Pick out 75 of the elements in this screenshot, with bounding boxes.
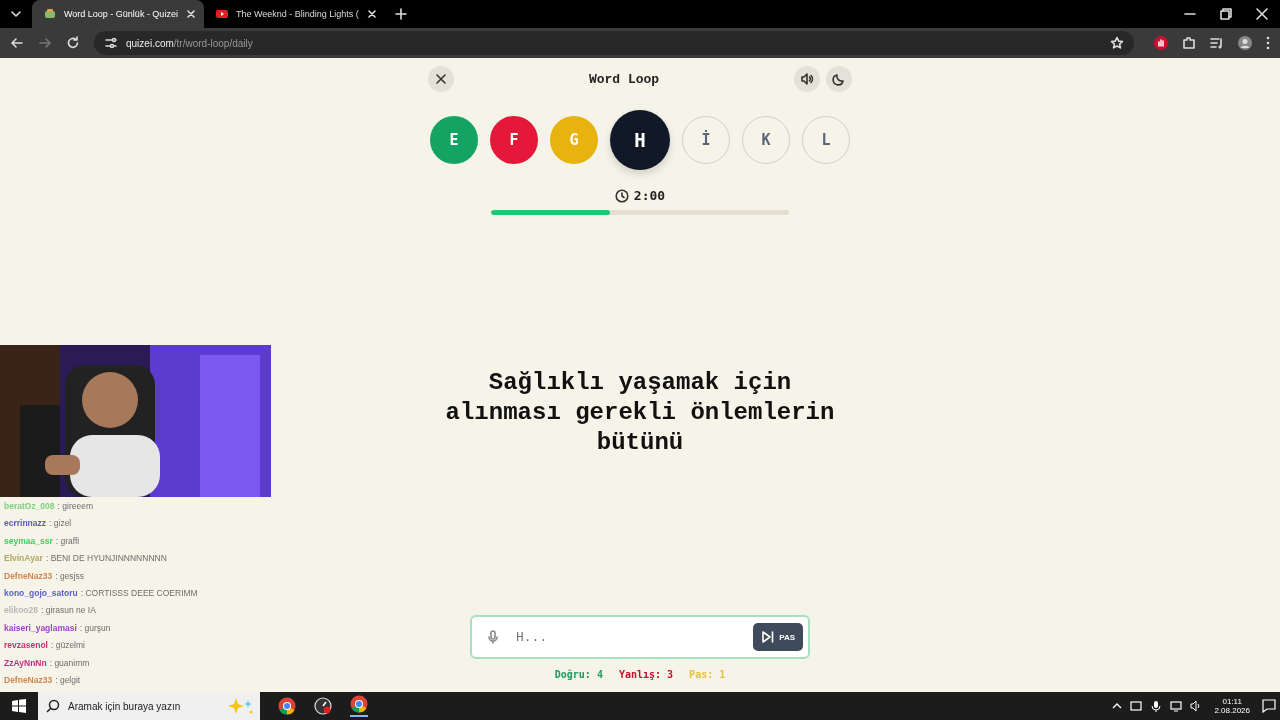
video-favicon [215, 8, 228, 20]
chrome-taskbar-icon[interactable] [350, 695, 368, 717]
letter-circle: F [490, 116, 538, 164]
notification-icon[interactable] [1262, 699, 1276, 713]
microphone-icon[interactable] [1150, 700, 1163, 712]
letter-circle: G [550, 116, 598, 164]
score-text: Pas: 1 [689, 669, 726, 680]
chat-message: : BENI DE HYUNJINNNNNNNN [45, 552, 167, 566]
chat-message: : guanimm [49, 656, 90, 670]
restore-icon[interactable] [1220, 8, 1232, 20]
skip-icon [761, 630, 776, 644]
dark-mode-button[interactable] [826, 66, 852, 92]
close-icon [435, 73, 447, 85]
profile-avatar-icon[interactable] [1238, 36, 1252, 50]
caret-up-icon[interactable] [1112, 701, 1123, 711]
browser-tab[interactable]: Word Loop - Günlük - Quizei [32, 0, 204, 28]
chat-message: : gizel [49, 517, 72, 531]
chat-username: ecrrinnazz [4, 517, 47, 531]
speaker-icon [800, 72, 814, 86]
address-bar[interactable]: quizei.com/tr/word-loop/daily [94, 31, 1134, 55]
chat-username: seymaa_ssr [4, 534, 53, 548]
chat-message: : CORTISSS DEEE COERIMM [80, 586, 198, 600]
clock-icon [614, 188, 629, 203]
forward-icon[interactable] [38, 36, 52, 50]
chat-message: : gireeem [57, 500, 93, 513]
url-text: quizei.com/tr/word-loop/daily [126, 37, 253, 49]
letter-circle: E [430, 116, 478, 164]
moon-icon [832, 72, 846, 86]
timer-text: 2:00 [633, 188, 666, 203]
browser-tab[interactable]: The Weeknd - Blinding Lights ( [203, 0, 385, 28]
chat-username: elikoo28 [4, 604, 39, 618]
search-icon [46, 699, 60, 713]
site-info-icon[interactable] [104, 36, 118, 50]
meet-now-icon[interactable] [1130, 700, 1143, 712]
score-text: Yanlış: 3 [618, 669, 674, 680]
chrome-taskbar-icon[interactable] [278, 697, 296, 715]
chat-username: kaiseri_yaglamasi [4, 621, 77, 635]
taskbar-clock[interactable]: 01:11 2.08.2026 [1214, 697, 1250, 715]
chat-message: : gelgit [55, 673, 81, 687]
chat-message: : gesjss [55, 569, 84, 583]
taskbar-search-field[interactable]: Aramak için buraya yazın [38, 692, 260, 720]
letter-circle: H [610, 110, 670, 170]
score-text: Doğru: 4 [554, 669, 603, 680]
chat-message: : güzelmi [50, 639, 85, 653]
answer-field[interactable]: H... PAS [470, 615, 810, 659]
network-icon[interactable] [1170, 700, 1183, 712]
close-button[interactable] [428, 66, 454, 92]
chat-username: revzasenol [4, 639, 48, 653]
new-tab-icon[interactable] [394, 8, 407, 20]
chat-username: beratOz_008 [4, 500, 55, 513]
tab-title: Word Loop - Günlük - Quizei [64, 9, 178, 19]
site-favicon [44, 8, 56, 20]
chat-message: : graffi [55, 534, 80, 548]
question-text: Sağlıklı yaşamak için alınması gerekli önlemlerin bütünü [444, 368, 836, 458]
chat-username: ElvinAyar [4, 552, 43, 566]
game-title: Word Loop [588, 71, 660, 87]
back-icon[interactable] [10, 36, 24, 50]
star-icon[interactable] [1110, 36, 1124, 50]
chat-username: kono_gojo_satoru [4, 586, 78, 600]
close-icon[interactable] [185, 9, 196, 19]
chat-message: : gurşun [79, 621, 111, 635]
more-menu-icon[interactable] [1266, 36, 1270, 50]
close-icon[interactable] [1256, 8, 1268, 20]
media-control-icon[interactable] [1210, 36, 1224, 50]
windows-start-icon[interactable] [12, 699, 26, 713]
chat-message: : girasun ne IA [41, 604, 96, 618]
reload-icon[interactable] [66, 36, 80, 50]
close-icon[interactable] [366, 9, 377, 19]
tab-title: The Weeknd - Blinding Lights ( [235, 9, 359, 19]
recorder-taskbar-icon[interactable] [314, 697, 332, 715]
pass-button[interactable]: PAS [753, 623, 803, 651]
sound-button[interactable] [794, 66, 820, 92]
chat-username: DefneNaz33 [4, 569, 53, 583]
chat-username: DefneNaz33 [4, 673, 53, 687]
chat-username: ZzAyNnNn [4, 656, 47, 670]
